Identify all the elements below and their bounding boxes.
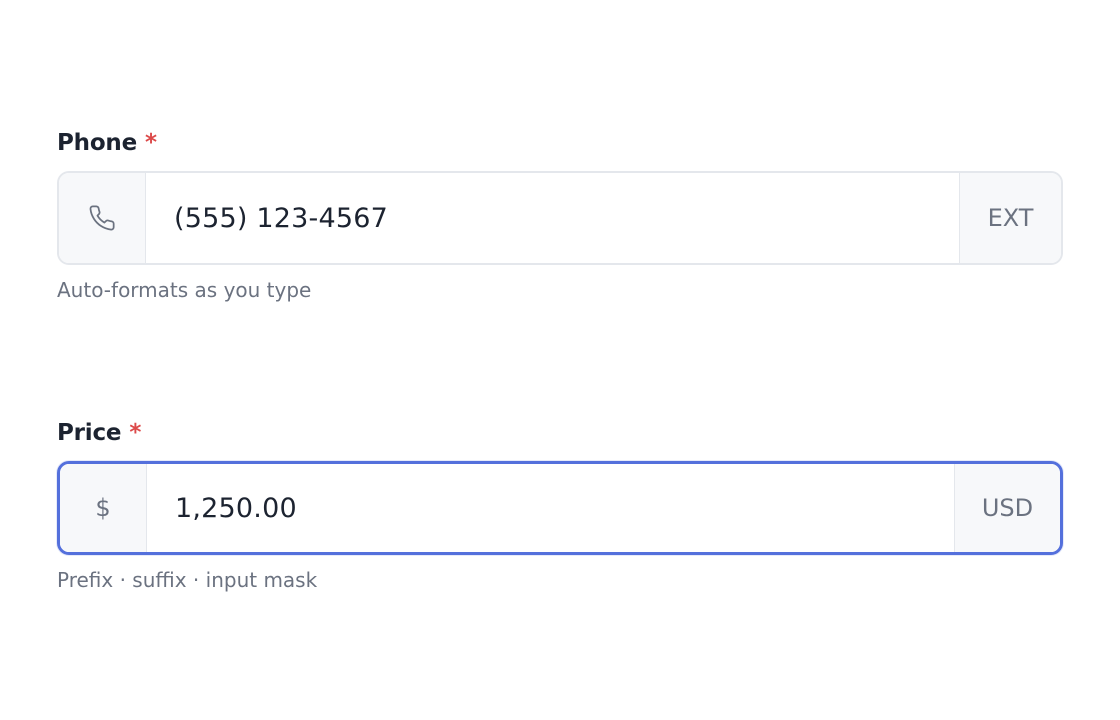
phone-icon — [59, 173, 146, 263]
form: Phone * (555) 123-4567 EXT Auto-formats … — [0, 0, 1120, 720]
phone-input[interactable]: (555) 123-4567 — [146, 173, 959, 263]
phone-required-mark: * — [145, 130, 157, 156]
price-help-text: Prefix · suffix · input mask — [57, 568, 318, 592]
price-field: Price * $ 1,250.00 USD Prefix · suffix ·… — [57, 417, 1063, 592]
phone-ext-suffix[interactable]: EXT — [959, 173, 1061, 263]
price-currency-prefix: $ — [60, 464, 147, 552]
price-label-row: Price * — [57, 417, 1063, 449]
price-currency-suffix[interactable]: USD — [954, 464, 1060, 552]
price-input[interactable]: 1,250.00 — [147, 464, 954, 552]
price-label: Price — [57, 420, 122, 446]
phone-help-text: Auto-formats as you type — [57, 278, 312, 302]
phone-label: Phone — [57, 130, 138, 156]
price-input-group[interactable]: $ 1,250.00 USD — [57, 461, 1063, 555]
phone-label-row: Phone * — [57, 127, 1063, 159]
phone-field: Phone * (555) 123-4567 EXT Auto-formats … — [57, 127, 1063, 302]
price-required-mark: * — [129, 420, 142, 446]
phone-input-group[interactable]: (555) 123-4567 EXT — [57, 171, 1063, 265]
